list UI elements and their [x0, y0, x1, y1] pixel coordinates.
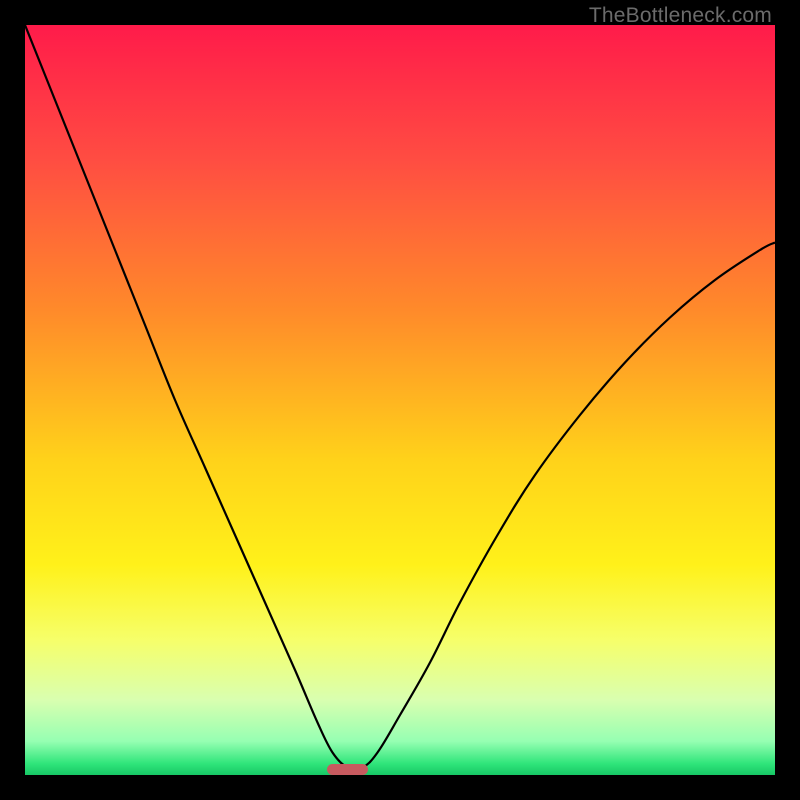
bottleneck-curve [25, 25, 775, 775]
plot-area [25, 25, 775, 775]
optimum-marker [327, 764, 368, 775]
chart-frame: TheBottleneck.com [0, 0, 800, 800]
